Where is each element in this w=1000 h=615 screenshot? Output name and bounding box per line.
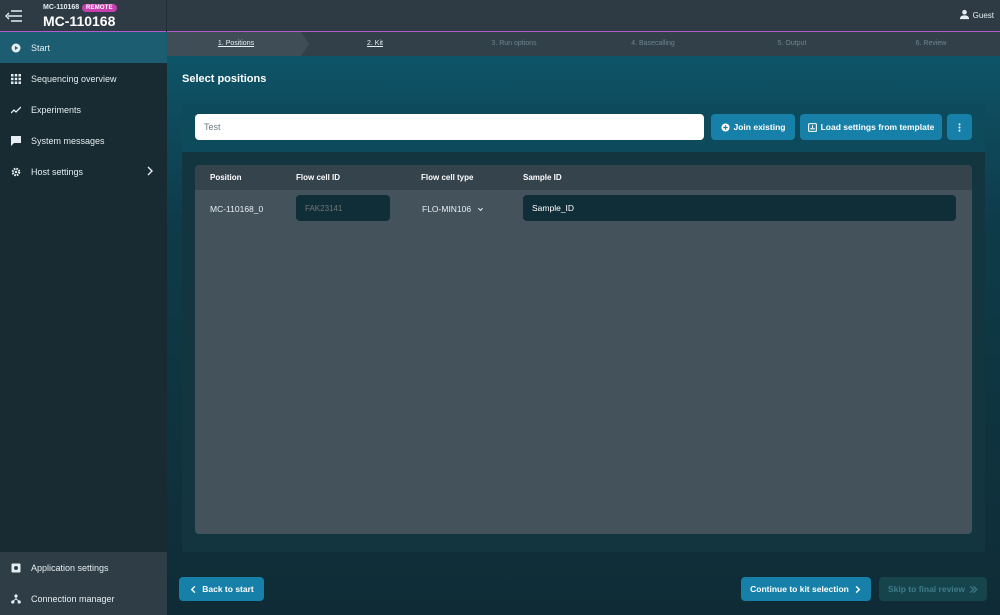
plus-circle-icon [720,122,730,132]
double-chevron-right-icon [969,585,978,593]
join-existing-label: Join existing [733,122,786,132]
sidebar-item-label: Host settings [31,166,84,177]
step-basecalling: 4. Basecalling [631,40,675,47]
network-icon [11,593,21,604]
header-divider [166,0,167,32]
sidebar-item-label: Connection manager [31,593,115,604]
position-value: MC-110168_0 [210,204,264,214]
chevron-down-icon [478,207,484,211]
sidebar-item-label: Sequencing overview [31,73,117,84]
chevron-right-icon [855,585,861,593]
sidebar-item-label: Start [31,42,51,53]
host-name-large: MC-110168 [43,13,116,29]
remote-badge: REMOTE [82,4,117,12]
load-template-label: Load settings from template [820,122,935,132]
step-output: 5. Output [777,40,807,47]
header-flow-cell-type: Flow cell type [421,173,474,182]
step-positions[interactable]: 1. Positions [218,40,254,47]
step-run-options: 3. Run options [491,40,537,47]
flow-cell-type-value: FLO-MIN106 [422,204,472,214]
grid-icon [11,73,21,84]
settings-box-icon [11,563,21,573]
skip-to-review-label: Skip to final review [888,584,965,594]
chevron-right-icon [147,166,153,176]
template-icon [807,122,817,132]
join-existing-button[interactable]: Join existing [711,114,795,140]
header-sample-id: Sample ID [523,173,562,182]
positions-table: Position Flow cell ID Flow cell type Sam… [195,165,972,534]
continue-label: Continue to kit selection [750,584,849,594]
trend-line-icon [11,105,21,115]
chevron-left-icon [190,585,196,593]
user-name: Guest [972,11,994,20]
sidebar-item-connection-manager[interactable]: Connection manager [0,583,167,614]
back-to-start-label: Back to start [202,584,254,594]
experiment-name-input[interactable] [195,114,704,140]
flow-cell-id-input[interactable] [296,195,390,221]
sidebar: Start Sequencing overview Experiments Sy… [0,32,167,615]
top-bar: MC-110168 REMOTE MC-110168 Guest [0,0,1000,32]
gear-icon [11,167,21,177]
sidebar-item-application-settings[interactable]: Application settings [0,552,167,583]
sidebar-item-system-messages[interactable]: System messages [0,125,167,156]
header-position: Position [210,173,242,182]
back-to-start-button[interactable]: Back to start [179,577,264,601]
host-name-small: MC-110168 [43,4,80,11]
sidebar-item-start[interactable]: Start [0,32,167,63]
menu-collapse-icon[interactable] [4,6,24,26]
vertical-dots-icon [958,122,961,132]
stepper: 1. Positions 2. Kit 3. Run options 4. Ba… [167,32,1000,56]
header-flow-cell-id: Flow cell ID [296,173,341,182]
sidebar-item-experiments[interactable]: Experiments [0,94,167,125]
sidebar-bottom: Application settings Connection manager [0,552,167,615]
play-circle-icon [11,43,21,53]
flow-cell-type-select[interactable]: FLO-MIN106 [422,204,484,214]
sidebar-item-host-settings[interactable]: Host settings [0,156,167,187]
user-icon [959,9,970,22]
user-menu[interactable]: Guest [959,9,994,22]
sidebar-item-label: Application settings [31,562,109,573]
sidebar-item-sequencing-overview[interactable]: Sequencing overview [0,63,167,94]
step-kit[interactable]: 2. Kit [367,40,383,47]
chat-icon [11,135,21,146]
sidebar-item-label: System messages [31,135,105,146]
sample-id-input[interactable] [523,195,956,221]
page-title: Select positions [182,73,267,85]
table-header: Position Flow cell ID Flow cell type Sam… [195,165,972,190]
skip-to-review-button: Skip to final review [879,577,987,601]
load-template-button[interactable]: Load settings from template [800,114,942,140]
step-review: 6. Review [915,40,947,47]
more-options-button[interactable] [947,114,972,140]
sidebar-item-label: Experiments [31,104,82,115]
main-content: Select positions Join existing Load sett… [167,56,1000,615]
continue-button[interactable]: Continue to kit selection [741,577,871,601]
